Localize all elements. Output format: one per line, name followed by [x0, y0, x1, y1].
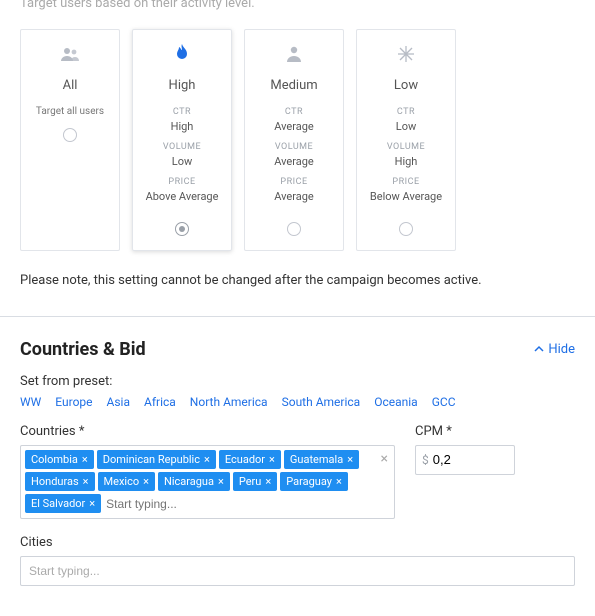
activity-card-low[interactable]: LowCTRLowVOLUMEHighPRICEBelow Average — [356, 29, 456, 251]
country-tag-label: Paraguay — [286, 475, 332, 488]
preset-row: WW Europe Asia Africa North America South Ame… — [20, 395, 575, 410]
clear-countries-icon[interactable]: × — [381, 452, 388, 466]
preset-ww[interactable]: WW — [20, 395, 41, 409]
ctr-value: High — [171, 120, 194, 134]
country-tag[interactable]: Paraguay × — [280, 472, 348, 491]
countries-label: Countries * — [20, 424, 395, 439]
price-value: Average — [274, 190, 314, 204]
preset-south-america[interactable]: South America — [282, 395, 361, 409]
country-tag-label: Ecuador — [225, 453, 265, 466]
cpm-field[interactable]: $ — [415, 445, 515, 475]
remove-tag-icon[interactable]: × — [83, 475, 89, 488]
remove-tag-icon[interactable]: × — [89, 497, 95, 510]
activity-note: Please note, this setting cannot be chan… — [20, 273, 575, 288]
country-tag[interactable]: Mexico× — [98, 472, 155, 491]
volume-label: VOLUME — [275, 142, 313, 154]
activity-card-all[interactable]: All Target all users — [20, 29, 120, 251]
chevron-up-icon — [534, 344, 544, 354]
country-tag[interactable]: El Salvador × — [25, 494, 101, 513]
volume-value: Average — [274, 155, 314, 169]
cpm-label: CPM * — [415, 424, 575, 439]
cpm-currency: $ — [422, 453, 429, 467]
countries-bid-heading: Countries & Bid — [20, 339, 146, 360]
country-tag[interactable]: Nicaragua × — [158, 472, 230, 491]
price-label: PRICE — [168, 177, 195, 189]
preset-europe[interactable]: Europe — [55, 395, 92, 409]
country-tag[interactable]: Dominican Republic × — [97, 450, 216, 469]
section-divider — [0, 316, 595, 317]
cities-input[interactable] — [20, 556, 575, 586]
ctr-label: CTR — [397, 107, 415, 119]
cpm-input[interactable] — [433, 452, 493, 467]
country-tag[interactable]: Ecuador × — [219, 450, 281, 469]
remove-tag-icon[interactable]: × — [218, 475, 224, 488]
country-tag-label: Colombia — [31, 453, 78, 466]
preset-label: Set from preset: — [20, 374, 575, 389]
fire-icon — [174, 42, 190, 66]
activity-radio[interactable] — [175, 222, 189, 236]
activity-description: Target users based on their activity lev… — [20, 0, 575, 11]
activity-card-title: Medium — [270, 78, 317, 95]
country-tag[interactable]: Honduras × — [25, 472, 95, 491]
remove-tag-icon[interactable]: × — [265, 475, 271, 488]
activity-card-title: High — [169, 78, 196, 95]
country-tag-label: Guatemala — [290, 453, 343, 466]
activity-cards-row: AllTarget all usersHighCTRHighVOLUMELowP… — [20, 29, 575, 251]
preset-asia[interactable]: Asia — [107, 395, 130, 409]
volume-label: VOLUME — [387, 142, 425, 154]
activity-card-subtitle: Target all users — [36, 105, 104, 118]
activity-radio[interactable] — [63, 128, 77, 142]
country-tag[interactable]: Guatemala × — [284, 450, 359, 469]
activity-radio[interactable] — [399, 222, 413, 236]
price-label: PRICE — [392, 177, 419, 189]
ctr-value: Low — [396, 120, 416, 134]
remove-tag-icon[interactable]: × — [347, 453, 353, 466]
country-tag-label: Dominican Republic — [103, 453, 200, 466]
country-tag-label: El Salvador — [31, 497, 85, 510]
country-tag-label: Nicaragua — [164, 475, 214, 488]
preset-oceania[interactable]: Oceania — [374, 395, 418, 409]
hide-label: Hide — [548, 342, 575, 357]
countries-type-input[interactable] — [104, 494, 263, 514]
ctr-label: CTR — [173, 107, 191, 119]
preset-gcc[interactable]: GCC — [432, 395, 456, 409]
price-value: Above Average — [146, 190, 219, 204]
country-tag-label: Peru — [239, 475, 262, 488]
remove-tag-icon[interactable]: × — [204, 453, 210, 466]
remove-tag-icon[interactable]: × — [336, 475, 342, 488]
country-tag-label: Honduras — [31, 475, 79, 488]
ctr-label: CTR — [285, 107, 303, 119]
price-value: Below Average — [370, 190, 442, 204]
country-tag[interactable]: Colombia × — [25, 450, 94, 469]
activity-card-title: All — [63, 78, 78, 95]
activity-card-medium[interactable]: MediumCTRAverageVOLUMEAveragePRICEAverag… — [244, 29, 344, 251]
volume-value: High — [395, 155, 418, 169]
preset-north-america[interactable]: North America — [190, 395, 268, 409]
remove-tag-icon[interactable]: × — [269, 453, 275, 466]
remove-tag-icon[interactable]: × — [143, 475, 149, 488]
users-icon — [60, 42, 80, 66]
hide-toggle[interactable]: Hide — [534, 342, 575, 357]
volume-value: Low — [172, 155, 192, 169]
country-tag[interactable]: Peru× — [233, 472, 277, 491]
activity-radio[interactable] — [287, 222, 301, 236]
price-label: PRICE — [280, 177, 307, 189]
activity-card-high[interactable]: HighCTRHighVOLUMELowPRICEAbove Average — [132, 29, 232, 251]
cities-label: Cities — [20, 535, 575, 550]
country-tag-label: Mexico — [104, 475, 140, 488]
activity-card-title: Low — [394, 78, 418, 95]
volume-label: VOLUME — [163, 142, 201, 154]
preset-africa[interactable]: Africa — [144, 395, 176, 409]
ctr-value: Average — [274, 120, 314, 134]
snow-icon — [397, 42, 415, 66]
person-icon — [286, 42, 302, 66]
remove-tag-icon[interactable]: × — [82, 453, 88, 466]
countries-input[interactable]: × Colombia×Dominican Republic×Ecuador×Gu… — [20, 445, 395, 519]
